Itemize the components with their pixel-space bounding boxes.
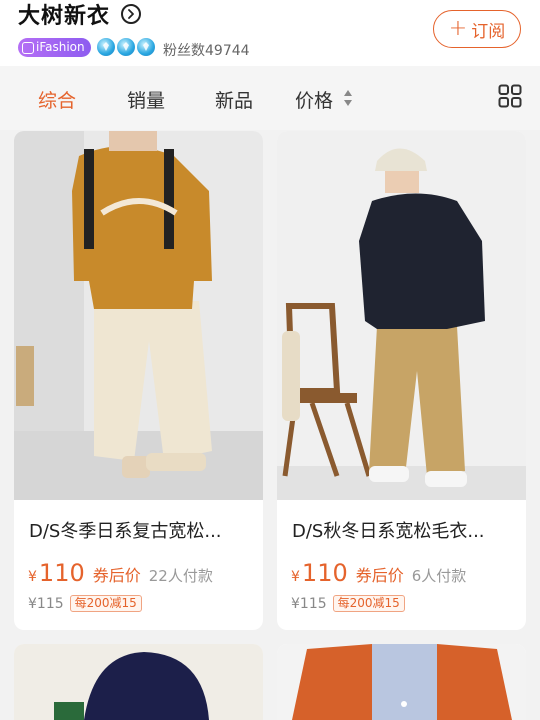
promo-tag: 每200减15 <box>69 595 142 612</box>
tab-sales[interactable]: 销量 <box>127 86 165 113</box>
product-card[interactable]: D/S冬季日系复古宽松... ¥ 110 券后价 22人付款 ¥115 每200… <box>14 131 263 630</box>
shop-name[interactable]: 大树新衣 <box>18 0 110 30</box>
currency-symbol: ¥ <box>28 569 37 585</box>
promo-tag: 每200减15 <box>332 595 405 612</box>
ifashion-badge: iFashion <box>18 38 91 57</box>
tab-price[interactable]: 价格 <box>295 86 333 113</box>
product-card[interactable] <box>277 644 526 720</box>
product-image[interactable] <box>14 131 263 500</box>
original-price-row: ¥115 每200减15 <box>28 595 142 612</box>
shop-level-diamonds <box>97 38 155 56</box>
product-title[interactable]: D/S秋冬日系宽松毛衣... <box>292 517 485 543</box>
price-row: ¥ 110 券后价 6人付款 <box>291 559 466 587</box>
plus-icon: + <box>448 16 468 41</box>
product-image[interactable] <box>14 644 263 720</box>
product-image[interactable] <box>277 131 526 500</box>
original-price-row: ¥115 每200减15 <box>291 595 405 612</box>
original-price: ¥115 <box>291 595 327 612</box>
shop-header: 大树新衣 iFashion 粉丝数49744 + 订阅 <box>0 0 540 66</box>
diamond-level-icon <box>137 38 155 56</box>
ifashion-badge-label: iFashion <box>36 40 85 54</box>
currency-symbol: ¥ <box>291 569 300 585</box>
price-value: 110 <box>301 559 348 587</box>
tab-comprehensive[interactable]: 综合 <box>38 86 76 113</box>
product-card[interactable]: D/S秋冬日系宽松毛衣... ¥ 110 券后价 6人付款 ¥115 每200减… <box>277 131 526 630</box>
tab-new[interactable]: 新品 <box>215 86 253 113</box>
chevron-right-circle-icon[interactable] <box>121 4 141 24</box>
price-row: ¥ 110 券后价 22人付款 <box>28 559 213 587</box>
product-card[interactable] <box>14 644 263 720</box>
subscribe-button[interactable]: + 订阅 <box>433 10 521 48</box>
ifashion-badge-icon <box>22 41 34 54</box>
paid-count: 22人付款 <box>148 567 213 585</box>
coupon-label: 券后价 <box>92 566 141 585</box>
subscribe-label: 订阅 <box>471 21 506 42</box>
original-price: ¥115 <box>28 595 64 612</box>
coupon-label: 券后价 <box>355 566 404 585</box>
product-image[interactable] <box>277 644 526 720</box>
grid-view-icon[interactable] <box>498 84 522 108</box>
sort-arrows-icon[interactable] <box>343 87 353 109</box>
paid-count: 6人付款 <box>411 567 467 585</box>
sort-tabs: 综合 销量 新品 价格 <box>0 66 540 130</box>
fans-count: 粉丝数49744 <box>163 43 250 59</box>
diamond-level-icon <box>97 38 115 56</box>
product-title[interactable]: D/S冬季日系复古宽松... <box>29 517 222 543</box>
price-value: 110 <box>38 559 85 587</box>
diamond-level-icon <box>117 38 135 56</box>
